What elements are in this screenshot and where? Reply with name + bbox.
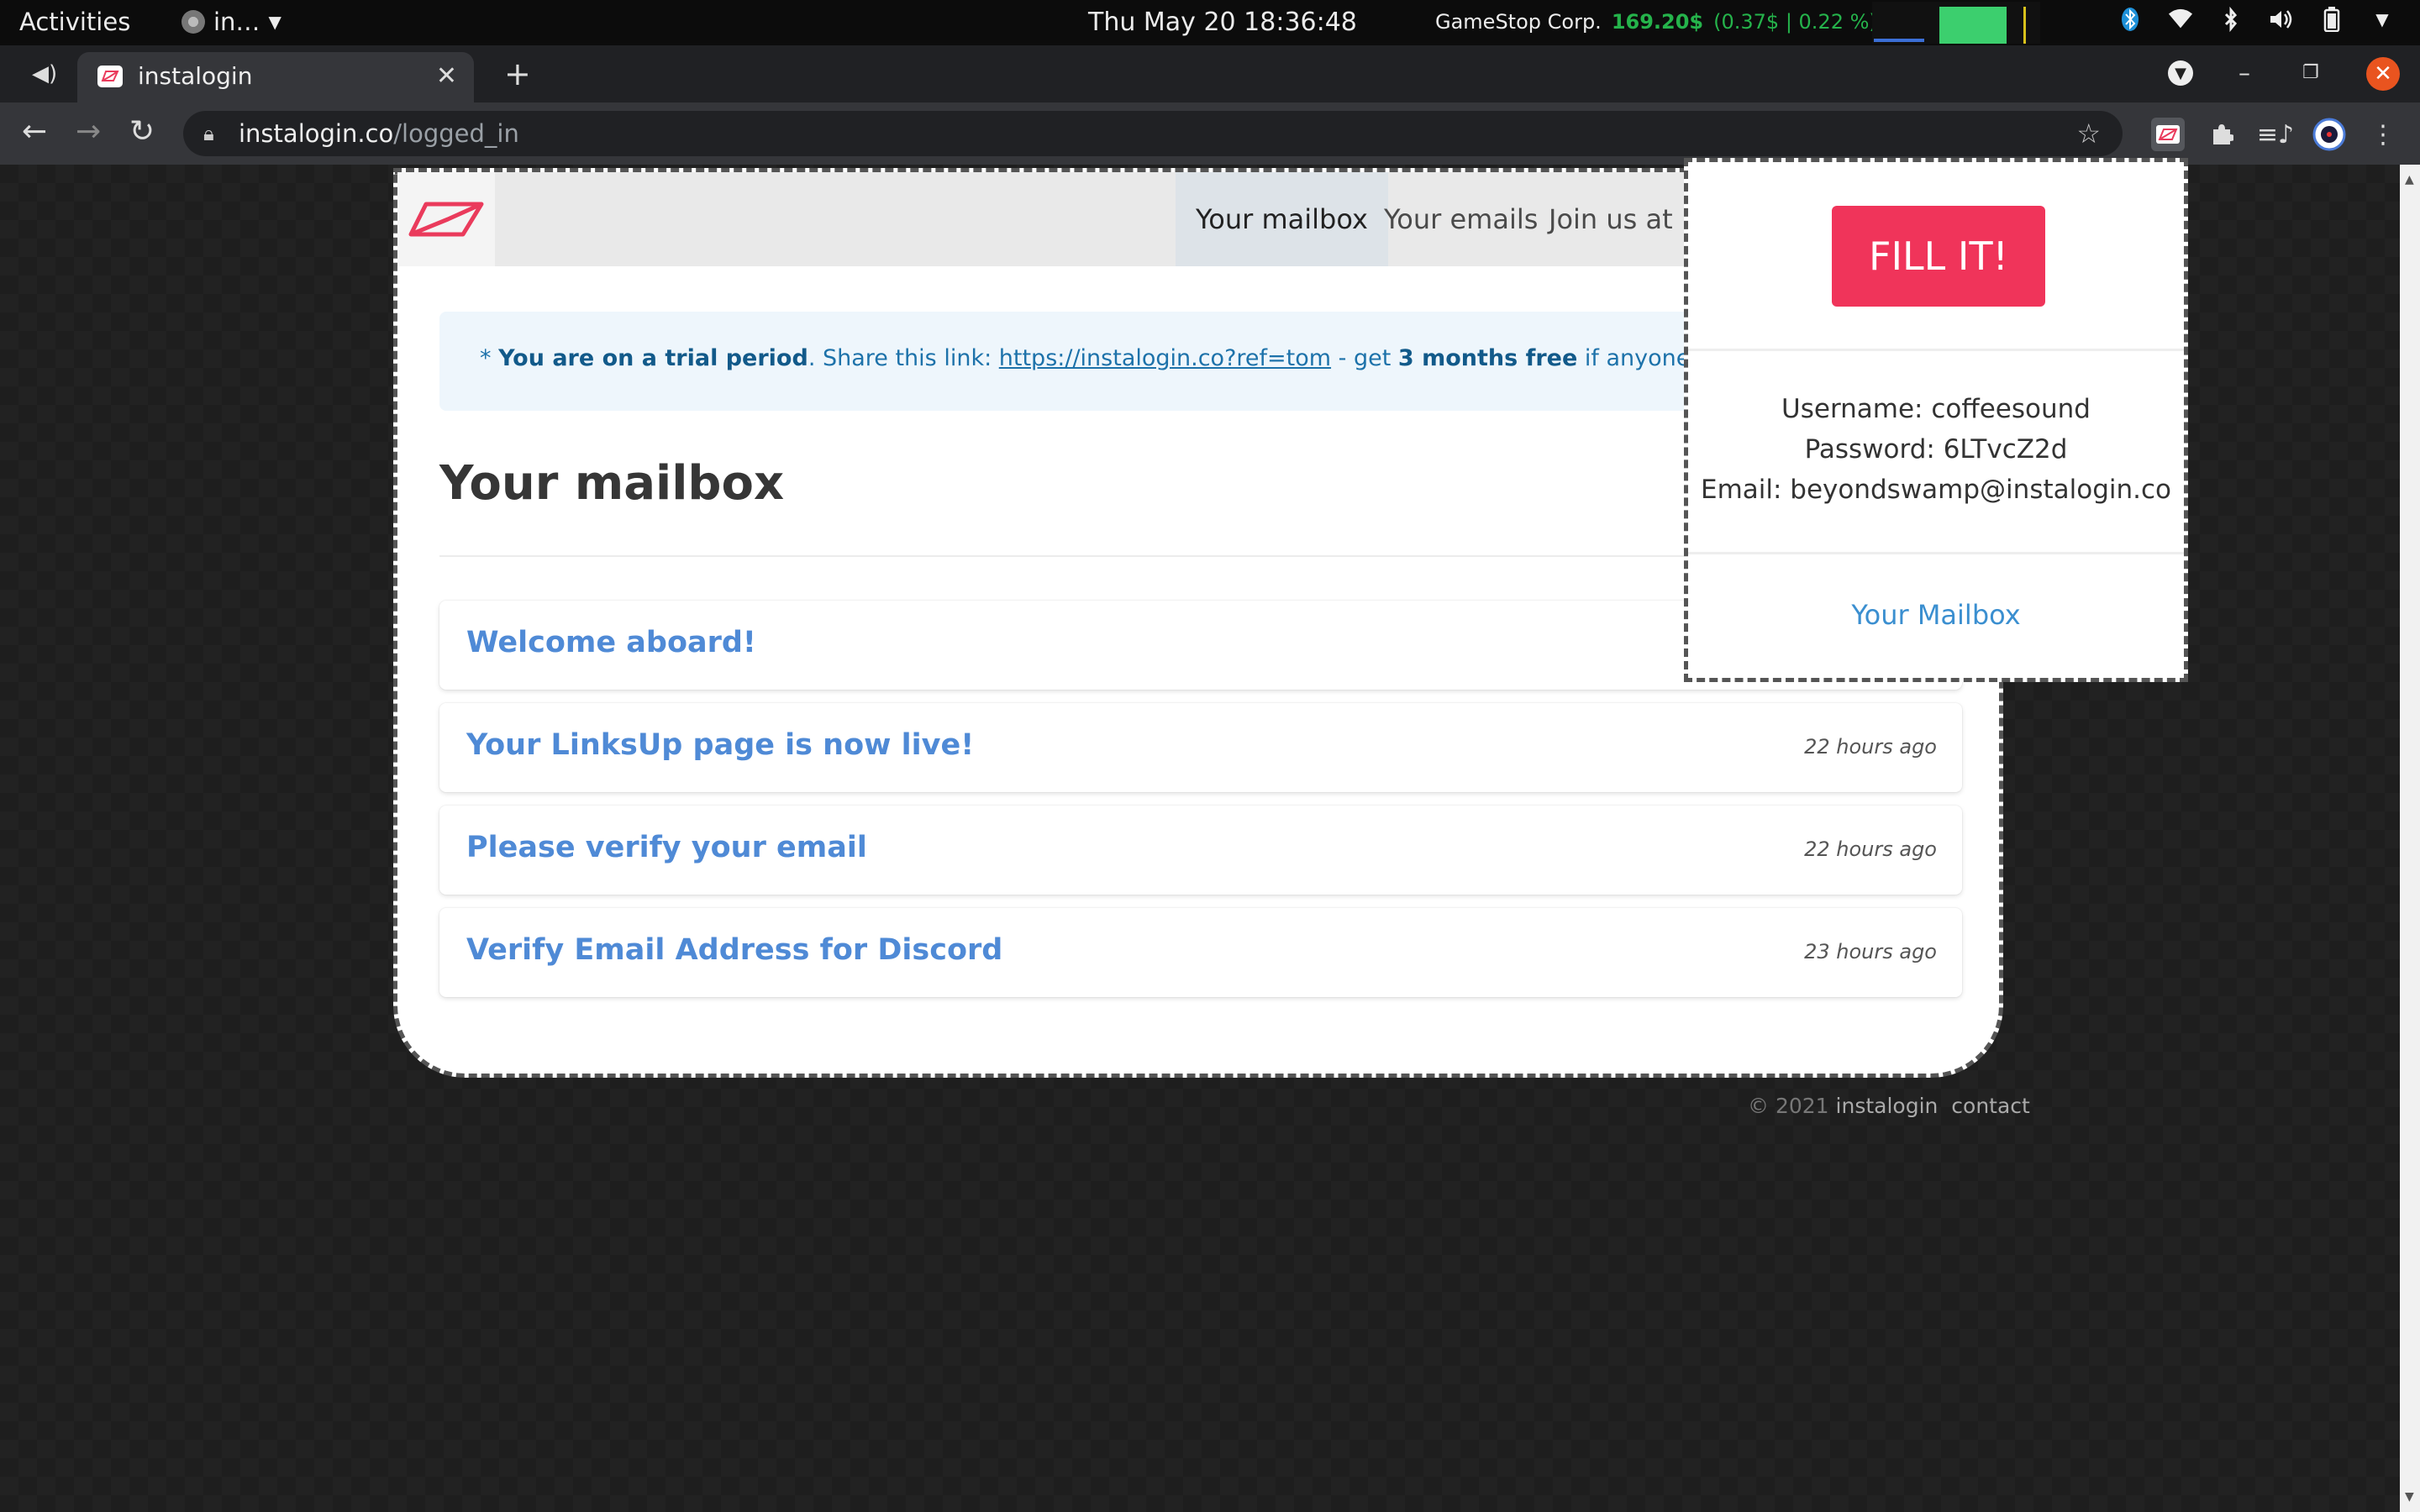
clock[interactable]: Thu May 20 18:36:48 [1088,8,1357,37]
restore-icon[interactable]: ❐ [2302,62,2319,83]
wifi-icon[interactable] [2168,7,2193,32]
tab-close-icon[interactable]: ✕ [436,61,457,91]
volume-icon[interactable] [2269,7,2294,32]
your-mailbox-link[interactable]: Your Mailbox [1688,599,2184,631]
stock-ticker[interactable]: GameStop Corp. 169.20$ (0.37$ | 0.22 %) [1435,10,1877,34]
popup-divider [1688,349,2184,351]
free-months-strong: 3 months free [1397,345,1578,371]
email-subject[interactable]: Verify Email Address for Discord [466,933,1002,967]
footer-brand-link[interactable]: instalogin [1836,1094,1939,1118]
stock-price: 169.20$ [1611,10,1704,34]
email-item[interactable]: Verify Email Address for Discord 23 hour… [439,908,1962,997]
minimize-icon[interactable]: – [2238,59,2250,87]
window-close-icon[interactable]: ✕ [2366,57,2400,91]
email-item[interactable]: Please verify your email 22 hours ago [439,806,1962,895]
nav-your-mailbox[interactable]: Your mailbox [1176,172,1388,266]
instalogin-logo[interactable] [397,172,495,266]
tab-search-icon[interactable]: ▼ [2168,60,2193,86]
reload-icon[interactable]: ↻ [129,114,155,149]
scroll-down-icon[interactable]: ▼ [2405,1490,2414,1504]
app-menu-label: in… [213,8,260,36]
email-subject[interactable]: Welcome aboard! [466,626,756,659]
email-subject[interactable]: Your LinksUp page is now live! [466,728,974,762]
instalogin-extension-icon[interactable] [2151,118,2185,151]
forward-icon[interactable]: → [76,114,101,149]
email-text: Email: beyondswamp@instalogin.co [1700,475,2171,505]
page-scrollbar[interactable]: ▲ ▼ [2400,165,2420,1512]
tab-title: instalogin [138,62,253,90]
browser-tab[interactable]: instalogin ✕ [77,52,474,102]
page-title: Your mailbox [439,456,785,511]
username-text: Username: coffeesound [1781,394,2091,424]
chrome-menu-icon[interactable]: ⋮ [2366,118,2400,151]
activities-button[interactable]: Activities [19,8,130,36]
tab-strip: ◀) instalogin ✕ + ▼ – ❐ ✕ [0,45,2420,102]
nav-join-us[interactable]: Join us at [1528,172,1693,266]
email-time: 22 hours ago [1804,735,1937,759]
address-bar[interactable]: 🔒︎ instalogin.co/logged_in ☆ [183,111,2123,156]
system-tray: ▼ [2118,7,2395,32]
chevron-down-icon: ▼ [268,12,281,32]
email-time: 22 hours ago [1804,837,1937,861]
system-top-bar: Activities in… ▼ Thu May 20 18:36:48 Gam… [0,0,2420,45]
puzzle-extensions-icon[interactable] [2205,118,2238,151]
trial-notice-strong: You are on a trial period [498,345,808,371]
stock-change: (0.37$ | 0.22 %) [1713,10,1877,34]
new-tab-icon[interactable]: + [504,55,531,92]
battery-icon[interactable] [2319,7,2344,32]
browser-toolbar: ← → ↻ 🔒︎ instalogin.co/logged_in ☆ ≡♪ ⋮ [0,102,2420,165]
page-footer: © 2021 instalogin contact [1748,1094,2030,1118]
popup-divider [1688,552,2184,554]
stock-name: GameStop Corp. [1435,10,1602,34]
chrome-icon [182,10,205,34]
extension-popup: FILL IT! Username: coffeesound Password:… [1684,158,2188,682]
app-menu[interactable]: in… ▼ [182,8,281,36]
bluetooth-status-icon[interactable] [2118,7,2143,32]
media-queue-icon[interactable]: ≡♪ [2257,118,2294,151]
email-time: 23 hours ago [1804,940,1937,963]
system-menu-chevron-icon[interactable]: ▼ [2370,7,2395,32]
speaker-icon[interactable]: ◀) [32,61,57,87]
instalogin-favicon-icon [97,66,123,87]
email-subject[interactable]: Please verify your email [466,831,867,864]
back-icon[interactable]: ← [22,114,47,149]
fill-it-button[interactable]: FILL IT! [1832,206,2045,307]
system-monitor-graph[interactable] [1872,2,2040,44]
bookmark-star-icon[interactable]: ☆ [2076,118,2101,150]
email-item[interactable]: Your LinksUp page is now live! 22 hours … [439,703,1962,792]
lock-icon[interactable]: 🔒︎ [203,122,214,145]
footer-contact-link[interactable]: contact [1951,1094,2030,1118]
url-text[interactable]: instalogin.co/logged_in [239,119,519,148]
profile-avatar-icon[interactable] [2312,118,2346,151]
bluetooth-icon[interactable] [2218,7,2244,32]
referral-link[interactable]: https://instalogin.co?ref=tom [999,345,1331,371]
scroll-up-icon[interactable]: ▲ [2405,173,2414,186]
password-text: Password: 6LTvcZ2d [1804,434,2068,465]
